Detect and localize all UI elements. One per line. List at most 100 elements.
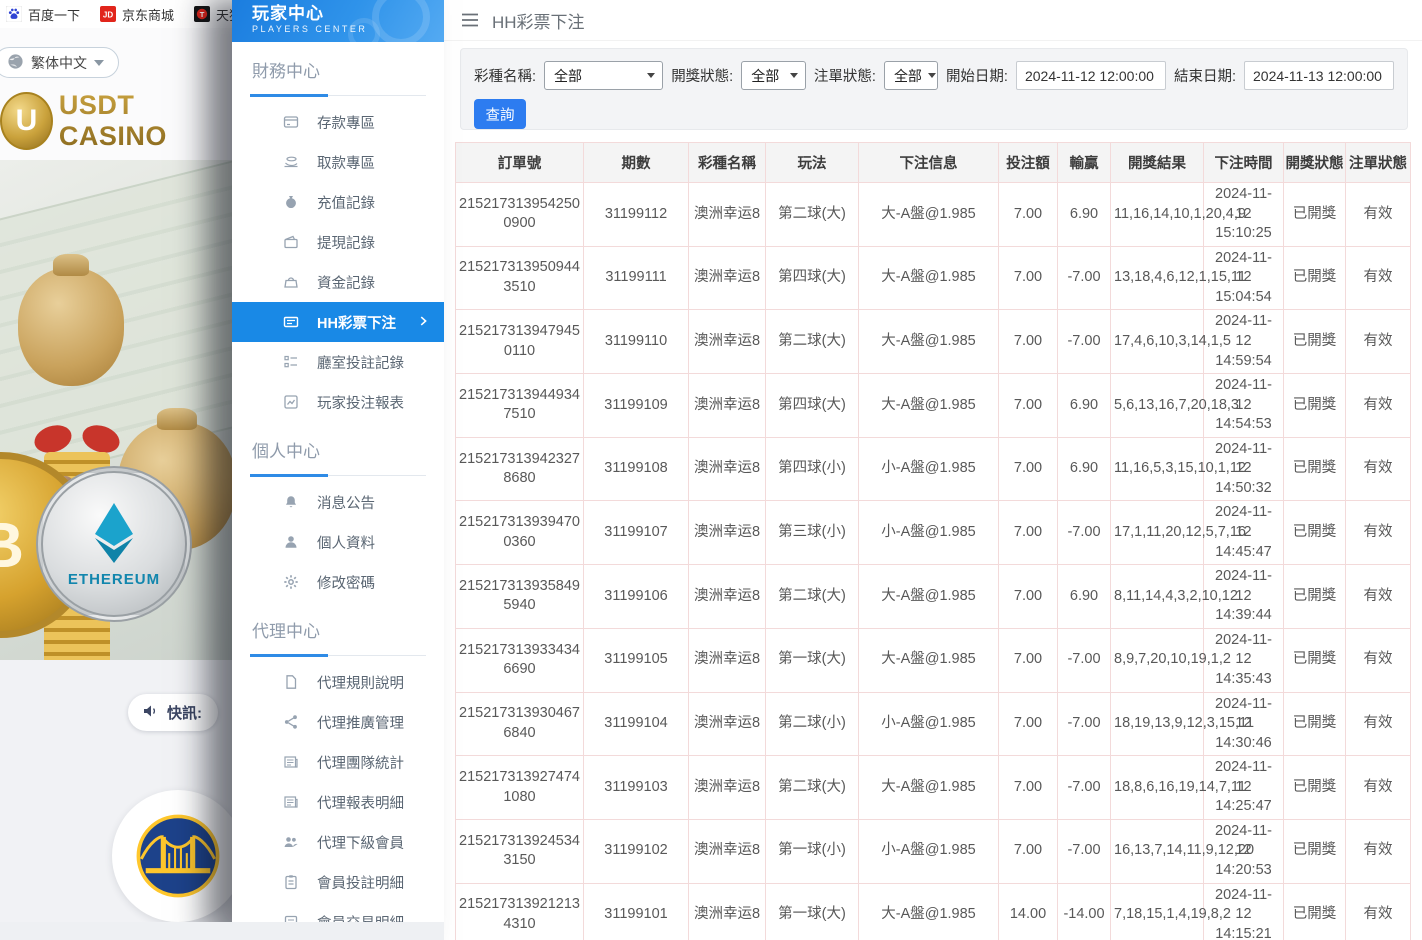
table-row: 215217313942327868031199108澳洲幸运8第四球(小)小-… [456,437,1411,501]
sidebar-item-funds-records[interactable]: 資金記錄 [232,262,444,302]
cell-win-loss: -7.00 [1058,628,1111,692]
cell-draw-result: 8,9,7,20,10,19,1,2 [1111,628,1204,692]
sidebar-item-label: 存款專區 [317,112,375,133]
language-selector[interactable]: 繁体中文 [0,47,119,78]
query-button[interactable]: 查詢 [474,99,526,129]
ethereum-label: ETHEREUM [68,571,160,588]
cell-order-no: 2152173139334346690 [456,628,584,692]
jd-favicon: JD [100,6,116,22]
sidebar-title: 玩家中心 [252,4,444,24]
cell-lottery-name: 澳洲幸运8 [689,246,766,310]
column-header-bet-info: 下注信息 [859,143,999,183]
table-row: 215217313954250090031199112澳洲幸运8第二球(大)大-… [456,183,1411,247]
column-header-bet-amount: 投注額 [999,143,1058,183]
sidebar-header: 玩家中心 PLAYERS CENTER [232,0,444,42]
cell-order-status: 有效 [1346,374,1411,438]
end-date-label: 結束日期: [1174,65,1236,86]
sidebar-item-agent-sub-members[interactable]: 代理下級會員 [232,822,444,862]
cell-draw-status: 已開獎 [1284,565,1346,629]
bookmark-label: 京东商城 [122,5,174,24]
share-icon [283,714,299,730]
svg-text:T: T [200,10,205,19]
cell-draw-result: 8,11,14,4,3,2,10,12 [1111,565,1204,629]
sidebar-item-label: 代理規則說明 [317,672,404,693]
cell-bet-amount: 7.00 [999,819,1058,883]
cell-bet-amount: 7.00 [999,501,1058,565]
cell-bet-info: 大-A盤@1.985 [859,756,999,820]
cell-order-status: 有效 [1346,692,1411,756]
bookmark-item[interactable]: JD 京东商城 [100,5,174,24]
table-row: 215217313947945011031199110澳洲幸运8第二球(大)大-… [456,310,1411,374]
cell-bet-amount: 7.00 [999,310,1058,374]
cell-play: 第四球(大) [766,374,859,438]
cell-play: 第四球(小) [766,437,859,501]
cell-order-status: 有效 [1346,628,1411,692]
main-content: HH彩票下注 彩種名稱: 全部 開獎狀態: 全部 注單狀態: 全部 [444,0,1422,940]
table-row: 215217313921213431031199101澳洲幸运8第一球(大)大-… [456,883,1411,940]
cell-order-no: 2152173139423278680 [456,437,584,501]
speaker-icon [142,703,160,723]
svg-text:JD: JD [103,11,113,20]
cell-win-loss: 6.90 [1058,183,1111,247]
end-date-input[interactable] [1244,61,1394,90]
brand-logo[interactable]: U USDT CASINO [0,90,232,152]
cell-order-no: 2152173139479450110 [456,310,584,374]
cell-bet-amount: 7.00 [999,756,1058,820]
sidebar-item-hall-bet-records[interactable]: 廳室投註記錄 [232,342,444,382]
news-ticker: 快訊: [128,694,218,731]
bookmarks-bar: 百度一下 JD 京东商城 T天猫 [0,0,232,28]
sidebar-item-player-bet-report[interactable]: 玩家投注報表 [232,382,444,422]
cell-play: 第三球(小) [766,501,859,565]
bookmark-item[interactable]: 百度一下 [6,5,80,24]
sidebar-item-label: 代理推廣管理 [317,712,404,733]
bookmark-item[interactable]: T天猫 [194,5,232,24]
sidebar-item-agent-promotion[interactable]: 代理推廣管理 [232,702,444,742]
cell-order-status: 有效 [1346,565,1411,629]
hamburger-icon[interactable] [461,13,479,27]
cell-play: 第二球(大) [766,565,859,629]
cell-win-loss: -14.00 [1058,883,1111,940]
section-underline [250,470,426,476]
sidebar-item-recharge-records[interactable]: 充值記錄 [232,182,444,222]
column-header-win-loss: 輸贏 [1058,143,1111,183]
sidebar-item-label: 代理報表明細 [317,792,404,813]
cell-issue: 31199112 [584,183,689,247]
start-date-input[interactable] [1016,61,1166,90]
cell-win-loss: -7.00 [1058,501,1111,565]
sidebar-item-withdraw-records[interactable]: 提現記錄 [232,222,444,262]
sidebar-sections: 財務中心存款專區取款專區充值記錄提現記錄資金記錄HH彩票下注廳室投註記錄玩家投注… [232,42,444,940]
cell-issue: 31199109 [584,374,689,438]
cell-draw-status: 已開獎 [1284,501,1346,565]
cell-order-no: 2152173139449347510 [456,374,584,438]
cell-order-status: 有效 [1346,883,1411,940]
sidebar-subtitle: PLAYERS CENTER [252,24,444,34]
sidebar-item-notices[interactable]: 消息公告 [232,482,444,522]
table-body: 215217313954250090031199112澳洲幸运8第二球(大)大-… [456,183,1411,940]
table-row: 215217313924534315031199102澳洲幸运8第一球(小)小-… [456,819,1411,883]
sidebar-item-change-password[interactable]: 修改密碼 [232,562,444,602]
order-status-select[interactable]: 全部 [884,61,938,90]
sidebar-item-deposit[interactable]: 存款專區 [232,102,444,142]
screen: 百度一下JD京东商城T天猫 繁体中文 U USDT CASINO B ET [0,0,1422,940]
cell-draw-result: 7,18,15,1,4,19,8,2 [1111,883,1204,940]
cell-issue: 31199111 [584,246,689,310]
sidebar-item-member-bet-detail[interactable]: 會員投註明細 [232,862,444,902]
sidebar-item-agent-rules[interactable]: 代理規則說明 [232,662,444,702]
cell-bet-info: 小-A盤@1.985 [859,692,999,756]
globe-icon [7,53,24,73]
cell-issue: 31199108 [584,437,689,501]
ethereum-diamond-icon [92,501,136,565]
cell-order-status: 有效 [1346,819,1411,883]
sidebar-item-agent-report-detail[interactable]: 代理報表明細 [232,782,444,822]
cell-bet-info: 大-A盤@1.985 [859,183,999,247]
sidebar-item-profile[interactable]: 個人資料 [232,522,444,562]
sidebar-item-withdraw[interactable]: 取款專區 [232,142,444,182]
cell-draw-status: 已開獎 [1284,374,1346,438]
draw-status-select[interactable]: 全部 [741,61,806,90]
news-label: 快訊: [167,702,202,723]
team-logo-card [112,790,232,922]
lottery-name-select[interactable]: 全部 [544,61,663,90]
bell-icon [283,494,299,510]
sidebar-item-hh-lottery-bets[interactable]: HH彩票下注 [232,302,444,342]
sidebar-item-agent-team-stats[interactable]: 代理團隊統計 [232,742,444,782]
